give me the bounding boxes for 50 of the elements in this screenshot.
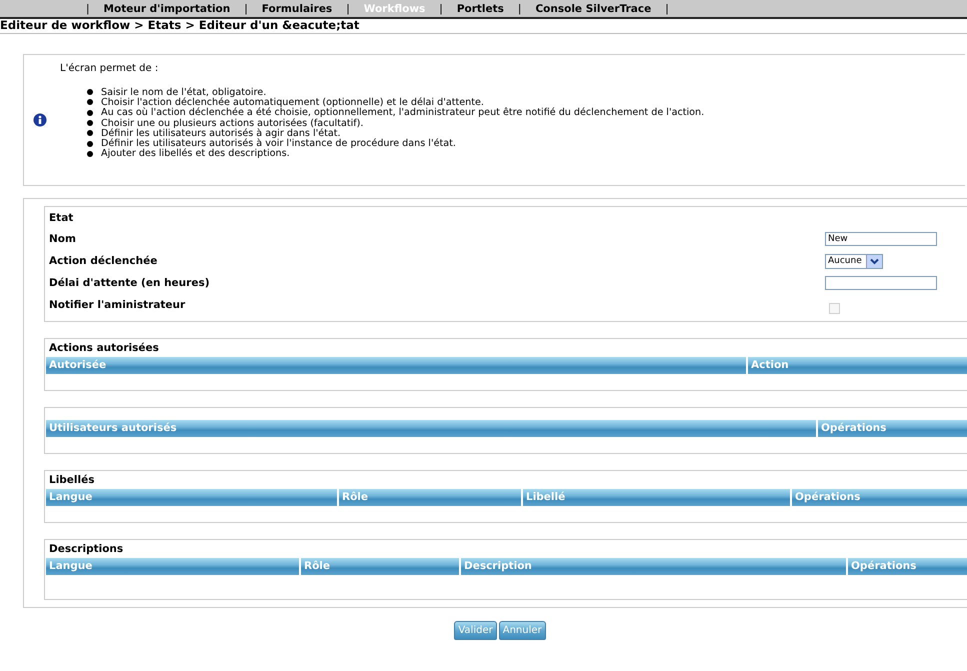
nav-tab[interactable]: Formulaires	[262, 2, 332, 14]
column-header: Opérations	[818, 420, 967, 437]
breadcrumb: Editeur de workflow > Etats > Editeur d'un &eacute;tat	[0, 18, 360, 32]
nav-tab[interactable]: Portlets	[456, 2, 504, 14]
bullet-text: Définir les utilisateurs autorisés à voir l'instance de procédure dans l'état.	[101, 138, 456, 150]
bullet-text: Saisir le nom de l'état, obligatoire.	[101, 86, 266, 98]
input-field[interactable]: New	[825, 232, 937, 246]
bullet-text: Au cas où l'action déclenchée a été choisie, optionnellement, l'administrateur peut être notifié du déclenchement de l'action.	[101, 107, 704, 118]
section-title: Actions autorisées	[48, 342, 160, 356]
nav-separator: |	[439, 2, 443, 14]
intro-text: L'écran permet de :	[60, 63, 160, 74]
bullet-icon	[87, 140, 93, 147]
section-title: Etat	[49, 211, 74, 226]
field-label: Délai d'attente (en heures)	[49, 277, 210, 289]
nav-separator: |	[86, 2, 90, 14]
nav-separator: |	[346, 2, 350, 14]
section-title: Descriptions	[48, 543, 124, 557]
field-label: Nom	[49, 233, 77, 245]
input-field[interactable]	[825, 276, 937, 290]
bullet-text: Choisir une ou plusieurs actions autorisées (facultatif).	[101, 118, 364, 129]
bullet-icon	[87, 110, 93, 116]
nav-separator: |	[665, 2, 669, 14]
section-title: Libellés	[48, 474, 96, 488]
column-header: Rôle	[339, 489, 521, 506]
column-header: Autorisée	[46, 357, 746, 374]
column-header: Action	[748, 357, 967, 374]
field-label: Notifier l'aministrateur	[49, 299, 186, 311]
bullet-icon	[87, 150, 93, 157]
column-header: Opérations	[792, 489, 967, 506]
column-header: Utilisateurs autorisés	[46, 420, 816, 437]
bullet-icon	[87, 99, 93, 106]
nav-tab[interactable]: Console SilverTrace	[535, 2, 652, 14]
column-header: Description	[461, 558, 846, 575]
column-header: Langue	[46, 489, 337, 506]
column-header: Libellé	[523, 489, 790, 506]
bullet-text: Définir les utilisateurs autorisés à agir dans l'état.	[101, 128, 341, 139]
select-field[interactable]: Aucune	[825, 254, 883, 268]
field-label: Action déclenchée	[49, 255, 158, 267]
nav-tab[interactable]: Moteur d'importation	[104, 2, 230, 14]
bullet-text: Ajouter des libellés et des descriptions.	[101, 148, 290, 160]
nav-separator: |	[518, 2, 522, 14]
column-header: Langue	[46, 558, 299, 575]
bullet-text: Choisir l'action déclenchée automatiquement (optionnelle) et le délai d'attente.	[101, 96, 484, 108]
info-icon	[33, 113, 47, 127]
nav-separator: |	[244, 2, 248, 14]
bullet-icon	[87, 89, 93, 96]
bullet-icon	[87, 120, 93, 126]
bullet-icon	[87, 130, 93, 136]
column-header: Opérations	[848, 558, 967, 575]
column-header: Rôle	[301, 558, 459, 575]
